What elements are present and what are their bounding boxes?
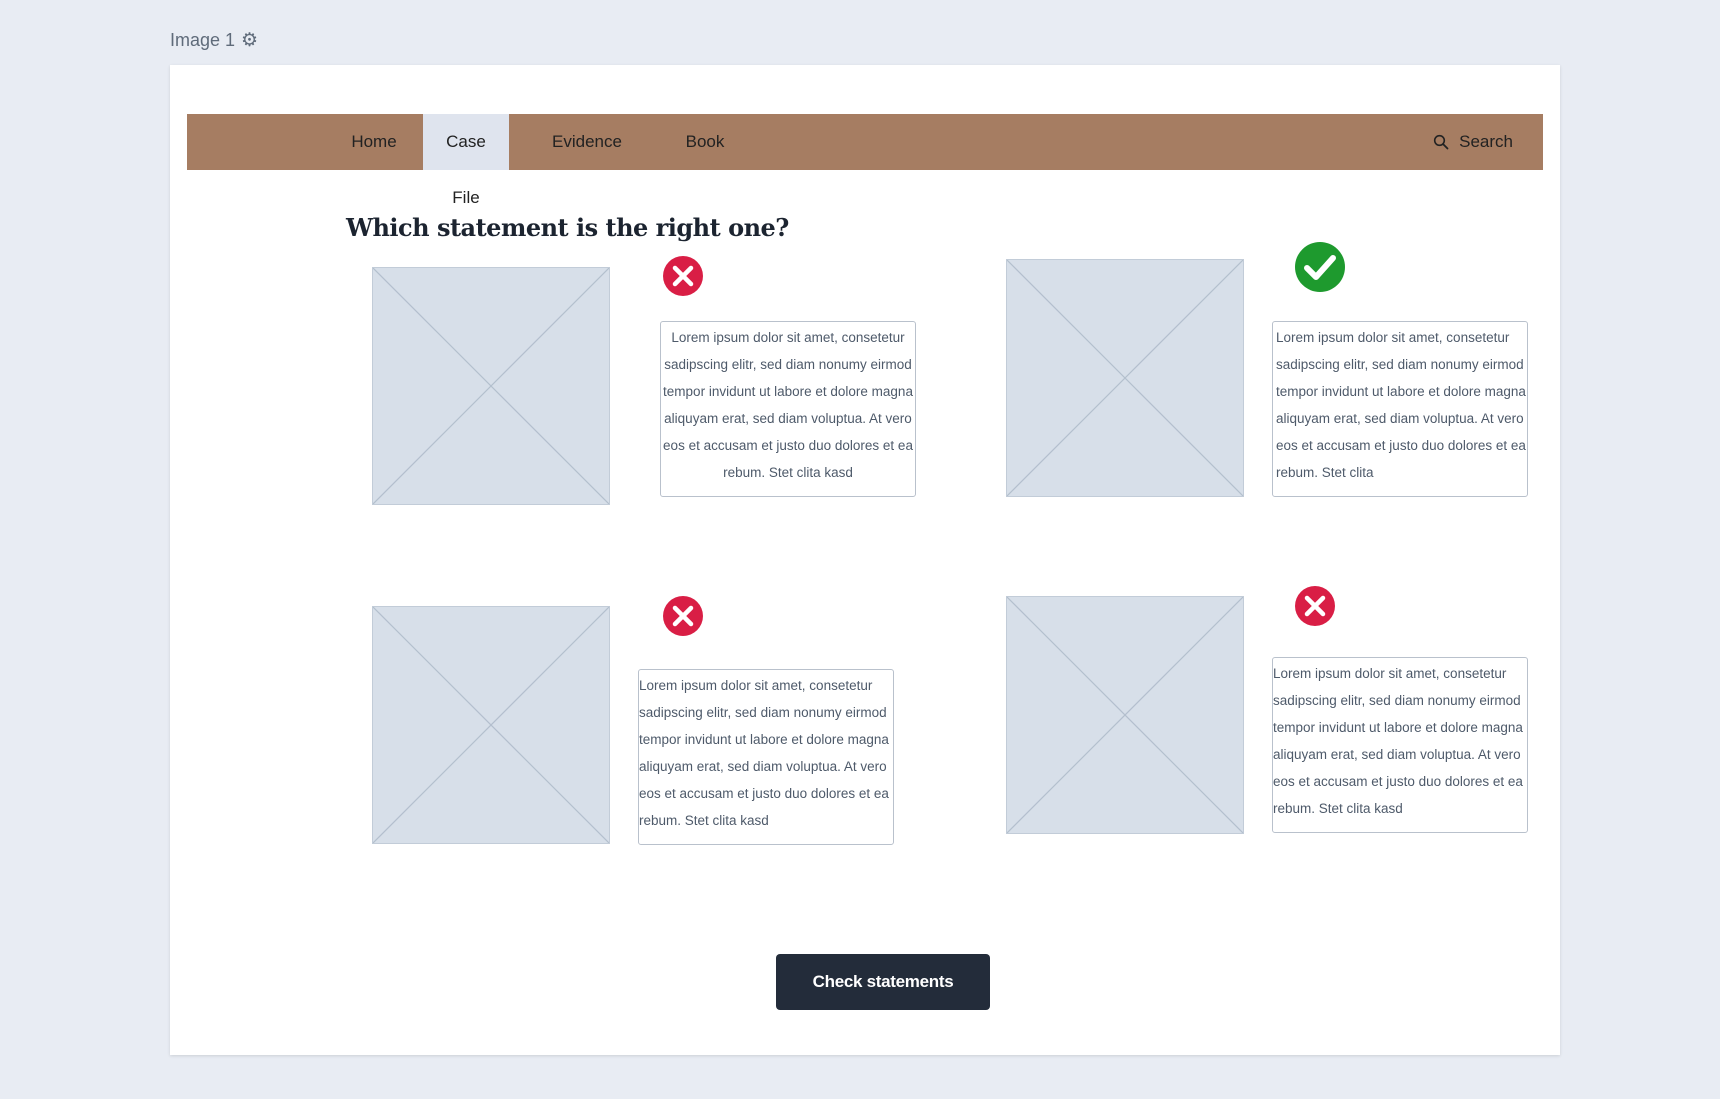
image-placeholder-4 — [1006, 596, 1244, 834]
statement-text-4[interactable]: Lorem ipsum dolor sit amet, consetetur s… — [1272, 657, 1528, 833]
image-placeholder-3 — [372, 606, 610, 844]
check-circle-icon — [1294, 241, 1346, 293]
statement-text-3[interactable]: Lorem ipsum dolor sit amet, consetetur s… — [638, 669, 894, 845]
nav-book[interactable]: Book — [665, 114, 745, 170]
x-circle-icon — [1294, 585, 1336, 627]
search-icon — [1434, 134, 1449, 150]
nav-home[interactable]: Home — [323, 114, 425, 170]
x-circle-icon — [662, 255, 704, 297]
content-card: Home Case File Evidence Book Search Whic… — [170, 65, 1560, 1055]
image-placeholder-2 — [1006, 259, 1244, 497]
nav-search[interactable]: Search — [1433, 114, 1513, 170]
question-heading: Which statement is the right one? — [346, 213, 789, 242]
check-statements-button[interactable]: Check statements — [776, 954, 990, 1010]
frame-title: Image 1 — [170, 30, 236, 50]
gear-icon[interactable]: ⚙ — [241, 31, 258, 50]
image-placeholder-1 — [372, 267, 610, 505]
nav-case-file[interactable]: Case File — [423, 114, 509, 207]
frame-label: Image 1 ⚙ — [170, 30, 258, 51]
statement-text-1[interactable]: Lorem ipsum dolor sit amet, consetetur s… — [660, 321, 916, 497]
search-label: Search — [1459, 132, 1513, 151]
statement-text-2[interactable]: Lorem ipsum dolor sit amet, consetetur s… — [1272, 321, 1528, 497]
nav-evidence[interactable]: Evidence — [537, 114, 637, 170]
x-circle-icon — [662, 595, 704, 637]
navbar: Home Case File Evidence Book Search — [187, 114, 1543, 207]
